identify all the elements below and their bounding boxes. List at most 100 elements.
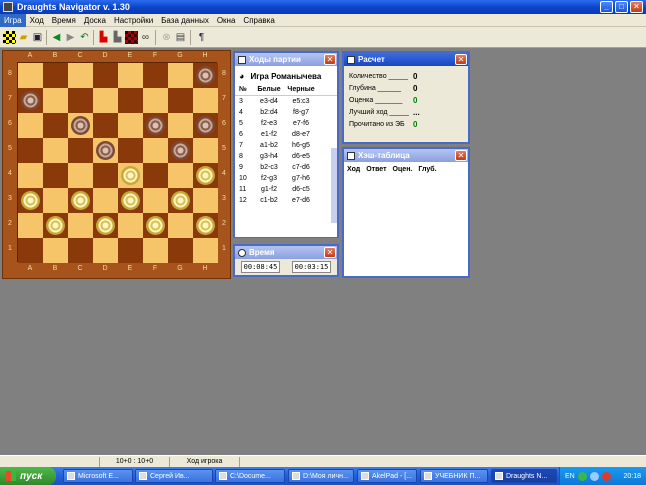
open-icon[interactable]: ▰ (17, 31, 30, 44)
new-game-icon[interactable] (3, 31, 16, 44)
back-icon[interactable]: ◀ (50, 31, 63, 44)
taskbar-button[interactable]: Draughts N... (491, 469, 557, 483)
square-a8[interactable] (18, 63, 43, 88)
square-f4[interactable] (143, 163, 168, 188)
save-icon[interactable]: ▣ (31, 31, 44, 44)
black-piece-f6[interactable] (146, 116, 165, 135)
square-e2[interactable] (118, 213, 143, 238)
square-b6[interactable] (43, 113, 68, 138)
square-c2[interactable] (68, 213, 93, 238)
white-piece-h2[interactable] (196, 216, 215, 235)
square-e1[interactable] (118, 238, 143, 263)
move-row[interactable]: 3 e3-d4 e5:c3 (235, 96, 337, 107)
move-row[interactable]: 11 g1-f2 d6-c5 (235, 184, 337, 195)
square-d6[interactable] (93, 113, 118, 138)
move-row[interactable]: 12 c1-b2 e7-d6 (235, 195, 337, 206)
white-piece-d2[interactable] (96, 216, 115, 235)
taskbar-button[interactable]: C:\Docume... (215, 469, 285, 483)
menu-time[interactable]: Время (48, 14, 80, 27)
black-flag-icon[interactable]: ▙ (111, 31, 124, 44)
white-piece-f2[interactable] (146, 216, 165, 235)
square-b4[interactable] (43, 163, 68, 188)
square-f7[interactable] (143, 88, 168, 113)
menu-board[interactable]: Доска (80, 14, 110, 27)
square-b1[interactable] (43, 238, 68, 263)
taskbar-button[interactable]: Сергей Ив... (135, 469, 213, 483)
black-piece-h6[interactable] (196, 116, 215, 135)
move-row[interactable]: 9 b2-c3 c7-d6 (235, 162, 337, 173)
language-indicator[interactable]: EN (565, 473, 575, 480)
stop-icon[interactable]: ⊗ (160, 31, 173, 44)
black-piece-a7[interactable] (21, 91, 40, 110)
square-h3[interactable] (193, 188, 218, 213)
move-row[interactable]: 4 b2:d4 f8-g7 (235, 107, 337, 118)
calc-panel-header[interactable]: Расчет ✕ (344, 53, 468, 66)
square-g2[interactable] (168, 213, 193, 238)
help-icon[interactable]: ¶ (195, 31, 208, 44)
time-panel-header[interactable]: Время ✕ (235, 246, 337, 259)
white-piece-a3[interactable] (21, 191, 40, 210)
time-panel-close-button[interactable]: ✕ (324, 247, 336, 258)
black-piece-d5[interactable] (96, 141, 115, 160)
move-row[interactable]: 6 e1-f2 d8-e7 (235, 129, 337, 140)
binoculars-icon[interactable]: ∞ (139, 31, 152, 44)
white-piece-h4[interactable] (196, 166, 215, 185)
square-g1[interactable] (168, 238, 193, 263)
taskbar-button[interactable]: Microsoft E... (63, 469, 133, 483)
square-d7[interactable] (93, 88, 118, 113)
white-piece-g3[interactable] (171, 191, 190, 210)
square-a1[interactable] (18, 238, 43, 263)
taskbar-button[interactable]: AkelPad - [... (357, 469, 417, 483)
square-g4[interactable] (168, 163, 193, 188)
menu-game[interactable]: Игра (0, 13, 26, 27)
volume-icon[interactable] (589, 471, 599, 481)
square-c7[interactable] (68, 88, 93, 113)
minimize-button[interactable]: _ (600, 1, 613, 13)
square-h7[interactable] (193, 88, 218, 113)
hash-panel-header[interactable]: Хэш-таблица ✕ (344, 149, 468, 162)
square-d1[interactable] (93, 238, 118, 263)
checkers-board[interactable] (17, 62, 218, 263)
menu-move[interactable]: Ход (26, 14, 48, 27)
square-g8[interactable] (168, 63, 193, 88)
square-d8[interactable] (93, 63, 118, 88)
maximize-button[interactable]: □ (615, 1, 628, 13)
hash-panel-close-button[interactable]: ✕ (455, 150, 467, 161)
black-piece-g5[interactable] (171, 141, 190, 160)
screen-icon[interactable]: ▤ (174, 31, 187, 44)
forward-icon[interactable]: ▶ (64, 31, 77, 44)
white-piece-e4[interactable] (121, 166, 140, 185)
square-h5[interactable] (193, 138, 218, 163)
square-f5[interactable] (143, 138, 168, 163)
square-f1[interactable] (143, 238, 168, 263)
square-g7[interactable] (168, 88, 193, 113)
moves-panel-header[interactable]: Ходы партии ✕ (235, 53, 337, 66)
start-button[interactable]: пуск (0, 467, 56, 485)
square-e8[interactable] (118, 63, 143, 88)
checkered-icon[interactable] (125, 31, 138, 44)
security-icon[interactable] (601, 471, 611, 481)
move-row[interactable]: 10 f2-g3 g7-h6 (235, 173, 337, 184)
menu-database[interactable]: База данных (157, 14, 213, 27)
white-piece-b2[interactable] (46, 216, 65, 235)
taskbar-button[interactable]: D:\Моя личн... (288, 469, 354, 483)
square-e7[interactable] (118, 88, 143, 113)
square-c1[interactable] (68, 238, 93, 263)
square-c5[interactable] (68, 138, 93, 163)
network-icon[interactable] (577, 471, 587, 481)
undo-icon[interactable]: ↶ (78, 31, 91, 44)
square-a5[interactable] (18, 138, 43, 163)
square-e5[interactable] (118, 138, 143, 163)
menu-help[interactable]: Справка (239, 14, 278, 27)
move-row[interactable]: 8 g3-h4 d6-e5 (235, 151, 337, 162)
move-row[interactable]: 5 f2-e3 e7-f6 (235, 118, 337, 129)
square-e6[interactable] (118, 113, 143, 138)
white-piece-c3[interactable] (71, 191, 90, 210)
square-b8[interactable] (43, 63, 68, 88)
black-piece-c6[interactable] (71, 116, 90, 135)
square-d4[interactable] (93, 163, 118, 188)
square-g6[interactable] (168, 113, 193, 138)
black-piece-h8[interactable] (196, 66, 215, 85)
square-c4[interactable] (68, 163, 93, 188)
square-h1[interactable] (193, 238, 218, 263)
